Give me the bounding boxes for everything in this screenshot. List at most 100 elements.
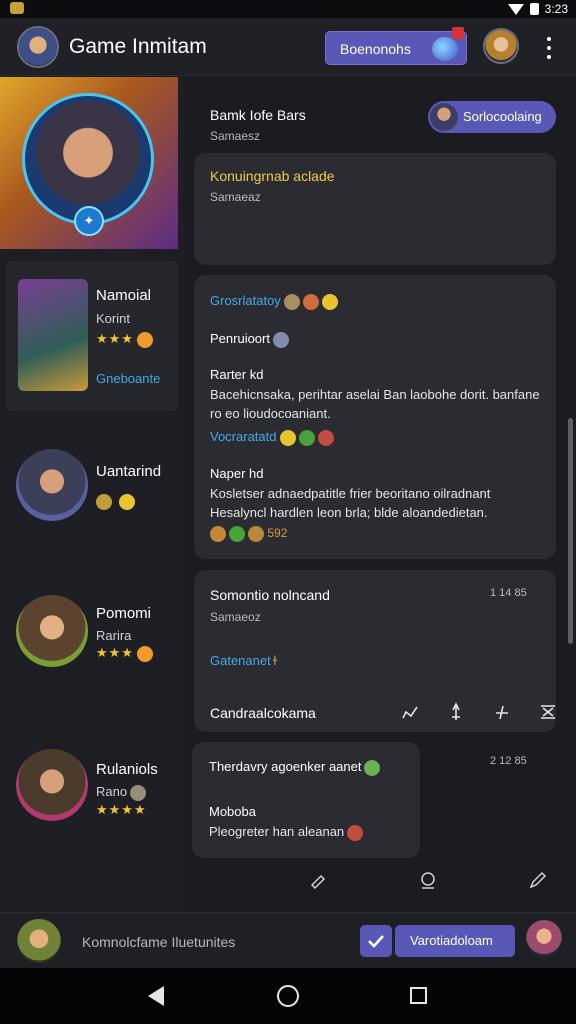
send-button[interactable]: Varotiadoloam	[395, 925, 515, 957]
medal-icon	[136, 645, 153, 662]
pencil-icon[interactable]	[528, 870, 548, 890]
status-time: 3:23	[544, 2, 568, 16]
detail-section3-title: Naper hd	[210, 466, 264, 481]
mission-meta: 1 14 85	[490, 587, 527, 599]
detail-section2-link[interactable]: Vocraratatd	[210, 429, 334, 446]
header-action-label: Sorlocoolaing	[463, 109, 542, 124]
share-icon[interactable]	[538, 702, 558, 722]
flag-icon[interactable]	[492, 702, 512, 722]
header-action-button[interactable]: Sorlocoolaing	[428, 101, 556, 133]
message-section-title: Moboba	[209, 804, 256, 819]
detail-card: Grosrlatatoy Penruioort Rarter kd Bacehi…	[194, 275, 556, 559]
primary-action-label: Boenonohs	[340, 41, 411, 57]
champion-link[interactable]: Gneboante	[96, 371, 160, 386]
message-bubble[interactable]: Therdavry agoenker aanet Moboba Pleogret…	[192, 742, 420, 858]
send-label: Varotiadoloam	[410, 933, 493, 948]
mission-subtitle: Samaeoz	[210, 610, 261, 624]
status-icons: 3:23	[507, 2, 568, 16]
champion-subtitle: Rano	[96, 784, 147, 801]
app-title: Game Inmitam	[69, 35, 207, 58]
detail-section3-body: Kosletser adnaedpatitle frier beoritano …	[210, 486, 491, 520]
leaf-icon	[229, 526, 245, 542]
champion-subtitle: Rarira	[96, 628, 132, 643]
champion-item[interactable]: Pomomi Rarira ★★★	[6, 585, 178, 685]
notification-badge	[452, 27, 464, 39]
composer-bar: Varotiadoloam	[0, 912, 576, 968]
notice-title: Konuingrnab aclade	[210, 168, 335, 184]
notice-card[interactable]: Konuingrnab aclade Samaeaz	[194, 153, 556, 265]
chest-icon	[248, 526, 264, 542]
home-icon[interactable]	[277, 985, 299, 1007]
torch-icon: ɫ	[272, 653, 277, 668]
message-title: Therdavry agoenker aanet	[209, 759, 381, 776]
helmet-icon	[283, 293, 300, 310]
champion-badges	[96, 493, 136, 511]
app-bar: Game Inmitam Boenonohs	[0, 18, 576, 76]
medal-icon	[136, 331, 153, 348]
recent-apps-icon[interactable]	[410, 987, 427, 1004]
battery-icon	[529, 3, 539, 15]
companion-avatar-icon[interactable]	[526, 920, 562, 956]
champion-portrait	[16, 749, 88, 821]
scrollbar[interactable]	[568, 418, 573, 644]
globe-icon	[364, 759, 381, 776]
champion-name: Rulaniols	[96, 761, 158, 778]
champion-name: Namoial	[96, 287, 152, 304]
smile-icon	[279, 429, 296, 446]
hero-level-badge: ✦	[74, 206, 104, 236]
app-avatar-icon[interactable]	[17, 26, 59, 68]
fire-icon	[347, 824, 364, 841]
champion-portrait	[16, 595, 88, 667]
champion-item[interactable]: Uantarind	[6, 435, 178, 545]
more-vert-icon[interactable]	[540, 37, 558, 59]
tag-icon[interactable]	[308, 870, 328, 890]
flame-icon	[302, 293, 319, 310]
reward-count: 592	[267, 526, 288, 541]
champion-subtitle: Korint	[96, 311, 130, 326]
message-input[interactable]	[74, 922, 352, 962]
champion-mini-icon	[430, 103, 458, 131]
mission-link[interactable]: Gatenanet ɫ	[210, 653, 277, 668]
champion-stars: ★★★	[96, 645, 153, 662]
message-input-container	[74, 922, 352, 962]
header-title: Bamk Iofe Bars	[210, 107, 306, 123]
smile-icon	[119, 493, 136, 510]
header-subtitle: Samaesz	[210, 129, 261, 143]
smile-icon	[321, 293, 338, 310]
detail-section2-title: Rarter kd	[210, 367, 264, 382]
back-icon[interactable]	[148, 986, 164, 1006]
confirm-button[interactable]	[360, 925, 392, 957]
fire-icon	[317, 429, 334, 446]
detail-section1-label: Penruioort	[210, 331, 289, 348]
champion-sidebar: ✦ Namoial Korint ★★★ Gneboante Uantarind…	[0, 77, 184, 912]
system-nav-bar	[0, 968, 576, 1024]
main-content: Bamk Iofe Bars Samaesz Sorlocoolaing Kon…	[184, 77, 576, 912]
composer-avatar-icon[interactable]	[17, 919, 61, 963]
champion-item[interactable]: Rulaniols Rano ★★★★	[6, 739, 178, 839]
message-body: Pleogreter han aleanan	[209, 822, 364, 841]
check-icon	[368, 935, 384, 948]
champion-portrait	[18, 279, 88, 391]
champion-stars: ★★★★	[96, 802, 147, 817]
coin-icon	[210, 526, 226, 542]
champion-name: Pomomi	[96, 605, 152, 622]
orb-icon	[432, 37, 458, 61]
champion-portrait	[16, 449, 88, 521]
edit-icon[interactable]	[400, 702, 420, 722]
champion-name: Uantarind	[96, 463, 162, 480]
hero-banner[interactable]: ✦	[0, 77, 178, 249]
champion-card[interactable]: Namoial Korint ★★★ Gneboante	[6, 261, 178, 411]
gem-icon	[272, 331, 289, 348]
leaf-icon	[298, 429, 315, 446]
detail-rewards: 592	[210, 526, 287, 542]
sword-icon[interactable]	[446, 702, 466, 722]
champion-stars: ★★★	[96, 331, 153, 348]
detail-category[interactable]: Grosrlatatoy	[210, 293, 338, 310]
mission-footer-label: Candraalcokama	[210, 705, 316, 721]
primary-action-button[interactable]: Boenonohs	[325, 27, 467, 65]
chat-icon[interactable]	[418, 870, 438, 890]
user-avatar-icon[interactable]	[483, 28, 519, 64]
wifi-icon	[507, 3, 524, 15]
notice-subtitle: Samaeaz	[210, 190, 261, 204]
coin-icon	[130, 784, 147, 801]
